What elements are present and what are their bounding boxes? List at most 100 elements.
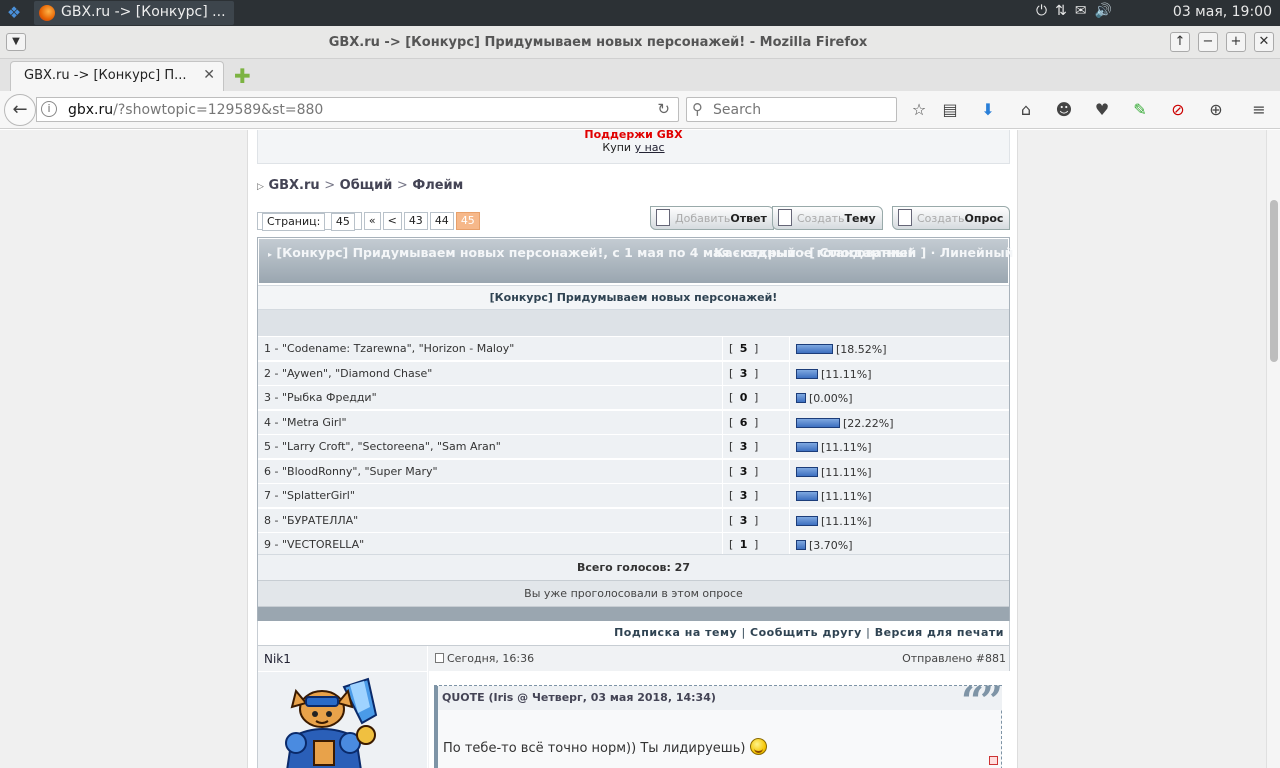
support-banner: Поддержи GBX Купи у нас bbox=[257, 130, 1010, 164]
poll-result: [11.11%] bbox=[796, 466, 872, 479]
poll-votes: [ 3 ] bbox=[722, 508, 790, 533]
page-link[interactable]: 44 bbox=[429, 212, 454, 230]
search-input[interactable] bbox=[711, 101, 891, 119]
network-icon[interactable]: ⇅ bbox=[1055, 3, 1075, 19]
site-info-icon[interactable]: i bbox=[41, 101, 57, 117]
bookmark-star-icon[interactable]: ☆ bbox=[908, 100, 930, 120]
poll-votes: [ 0 ] bbox=[722, 386, 790, 410]
buy-link[interactable]: у нас bbox=[635, 141, 665, 154]
taskbar-firefox[interactable]: GBX.ru -> [Конкурс] ... bbox=[34, 1, 234, 25]
poll-result: [0.00%] bbox=[796, 392, 853, 405]
post-icon bbox=[435, 653, 444, 663]
poll-row: 5 - "Larry Croft", "Sectoreena", "Sam Ar… bbox=[258, 434, 1009, 459]
reply-icon bbox=[656, 209, 670, 226]
window-titlebar: ▼ GBX.ru -> [Конкурс] Придумываем новых … bbox=[0, 26, 1280, 59]
scrollbar-thumb[interactable] bbox=[1270, 200, 1278, 362]
breadcrumb-root[interactable]: GBX.ru bbox=[268, 178, 319, 193]
poll-row: 8 - "БУРАТЕЛЛА" [ 3 ] [11.11%] bbox=[258, 507, 1009, 533]
globe-icon[interactable]: ⊕ bbox=[1205, 100, 1227, 120]
post-author[interactable]: Nik1 bbox=[258, 646, 428, 672]
post-body: QUOTE (Iris @ Четверг, 03 мая 2018, 14:3… bbox=[429, 672, 1011, 768]
mail-icon[interactable]: ✉ bbox=[1075, 3, 1095, 19]
home-icon[interactable]: ⌂ bbox=[1015, 100, 1037, 120]
desktop-panel: ❖ GBX.ru -> [Конкурс] ... ⏻⇅✉🔊 03 мая, 1… bbox=[0, 0, 1280, 26]
hamburger-menu-icon[interactable]: ≡ bbox=[1248, 100, 1270, 120]
subscribe-link[interactable]: Подписка на тему bbox=[614, 626, 737, 639]
prev-page-link[interactable]: < bbox=[382, 212, 402, 230]
new-tab-icon[interactable]: ✚ bbox=[234, 64, 251, 88]
close-window-button[interactable]: ✕ bbox=[1254, 32, 1274, 52]
page-link[interactable]: 43 bbox=[403, 212, 428, 230]
first-page-link[interactable]: « bbox=[363, 212, 381, 230]
post-date: Сегодня, 16:36 bbox=[435, 652, 534, 665]
poll-bar bbox=[796, 442, 818, 452]
poll-bar bbox=[796, 540, 806, 550]
power-icon[interactable]: ⏻ bbox=[1036, 3, 1055, 19]
reload-icon[interactable]: ↻ bbox=[657, 100, 670, 118]
poll-row: 6 - "BloodRonny", "Super Mary" [ 3 ] [11.1… bbox=[258, 458, 1009, 484]
current-page: 45 bbox=[455, 212, 480, 230]
poll-result: [11.11%] bbox=[796, 490, 872, 503]
addon-icon[interactable]: ✎ bbox=[1129, 100, 1151, 120]
poll-option-label: 2 - "Aywen", "Diamond Chase" bbox=[264, 366, 433, 380]
poll-icon bbox=[898, 209, 912, 226]
topic-header: ▸ [Конкурс] Придумываем новых персонажей… bbox=[259, 239, 1013, 283]
maximize-button[interactable]: + bbox=[1226, 32, 1246, 52]
app-menu-icon[interactable]: ❖ bbox=[4, 3, 24, 23]
minimize-button[interactable]: − bbox=[1198, 32, 1218, 52]
url-text[interactable]: gbx.ru/?showtopic=129589&st=880 bbox=[68, 102, 323, 118]
post-number: Отправлено #881 bbox=[902, 652, 1006, 665]
back-button[interactable]: ← bbox=[4, 94, 36, 126]
poll-option-label: 9 - "VECTORELLA" bbox=[264, 538, 365, 551]
poll-bar bbox=[796, 466, 818, 477]
system-tray[interactable]: ⏻⇅✉🔊 bbox=[1036, 3, 1120, 19]
poll-bar bbox=[796, 368, 818, 379]
reading-list-icon[interactable]: ▤ bbox=[939, 100, 961, 120]
support-link[interactable]: Поддержи GBX bbox=[258, 130, 1009, 141]
smile-icon bbox=[749, 738, 767, 755]
scrollbar[interactable] bbox=[1266, 130, 1280, 768]
new-topic-button[interactable]: СоздатьТему bbox=[772, 206, 883, 230]
topic-options: Подписка на тему | Сообщить другу | Верс… bbox=[257, 621, 1010, 646]
breadcrumb-forum[interactable]: Общий bbox=[340, 178, 393, 193]
add-reply-button[interactable]: ДобавитьОтвет bbox=[650, 206, 774, 230]
sync-icon[interactable]: ☻ bbox=[1053, 100, 1075, 120]
search-bar[interactable]: ⚲ bbox=[686, 97, 897, 122]
raise-button[interactable]: ↑ bbox=[1170, 32, 1190, 52]
poll-bar bbox=[796, 344, 833, 354]
post-number-link[interactable]: #881 bbox=[976, 652, 1006, 665]
pocket-icon[interactable]: ♥ bbox=[1091, 100, 1113, 120]
print-version-link[interactable]: Версия для печати bbox=[875, 626, 1004, 639]
tab-close-icon[interactable]: ✕ bbox=[203, 67, 215, 83]
poll-votes: [ 3 ] bbox=[722, 361, 790, 386]
firefox-icon bbox=[39, 5, 55, 21]
poll-votes: [ 3 ] bbox=[722, 484, 790, 508]
topic-icon bbox=[778, 209, 792, 226]
breadcrumb-subforum[interactable]: Флейм bbox=[412, 178, 463, 193]
navigation-bar: ← i gbx.ru/?showtopic=129589&st=880 ↻ ⚲ … bbox=[0, 91, 1280, 129]
browser-tab[interactable]: GBX.ru -> [Конкурс] П... ✕ bbox=[10, 61, 224, 91]
poll-option-label: 8 - "БУРАТЕЛЛА" bbox=[264, 513, 359, 527]
breadcrumb-arrow-icon: ▷ bbox=[257, 182, 264, 192]
new-poll-button[interactable]: СоздатьОпрос bbox=[892, 206, 1011, 230]
clock[interactable]: 03 мая, 19:00 bbox=[1173, 4, 1272, 20]
poll-result: [3.70%] bbox=[796, 539, 853, 552]
search-icon: ⚲ bbox=[692, 100, 703, 118]
poll-votes: [ 3 ] bbox=[722, 435, 790, 459]
view-modes[interactable]: Каскадный · [ Стандартный ] · Линейный bbox=[714, 246, 1013, 260]
quote-header: QUOTE (Iris @ Четверг, 03 мая 2018, 14:3… bbox=[438, 686, 1002, 710]
downloads-icon[interactable]: ⬇ bbox=[977, 100, 999, 120]
window-title: GBX.ru -> [Конкурс] Придумываем новых пе… bbox=[328, 35, 868, 50]
poll-option-label: 1 - "Codename: Tzarewna", "Horizon - Mal… bbox=[264, 342, 515, 355]
adblock-icon[interactable]: ⊘ bbox=[1167, 100, 1189, 120]
avatar bbox=[285, 677, 378, 768]
tell-friend-link[interactable]: Сообщить другу bbox=[750, 626, 862, 639]
page-viewport: Поддержи GBX Купи у нас ▷ GBX.ru > Общий… bbox=[0, 130, 1266, 768]
poll-row: 2 - "Aywen", "Diamond Chase" [ 3 ] [11.11%… bbox=[258, 360, 1009, 386]
url-bar[interactable]: i gbx.ru/?showtopic=129589&st=880 ↻ bbox=[36, 97, 679, 122]
poll-bar bbox=[796, 417, 840, 428]
report-icon[interactable] bbox=[989, 756, 998, 765]
pagination: Страниц: 45 «<43 44 45 bbox=[257, 212, 482, 231]
volume-icon[interactable]: 🔊 bbox=[1095, 3, 1120, 19]
poll-spacer bbox=[258, 310, 1009, 336]
